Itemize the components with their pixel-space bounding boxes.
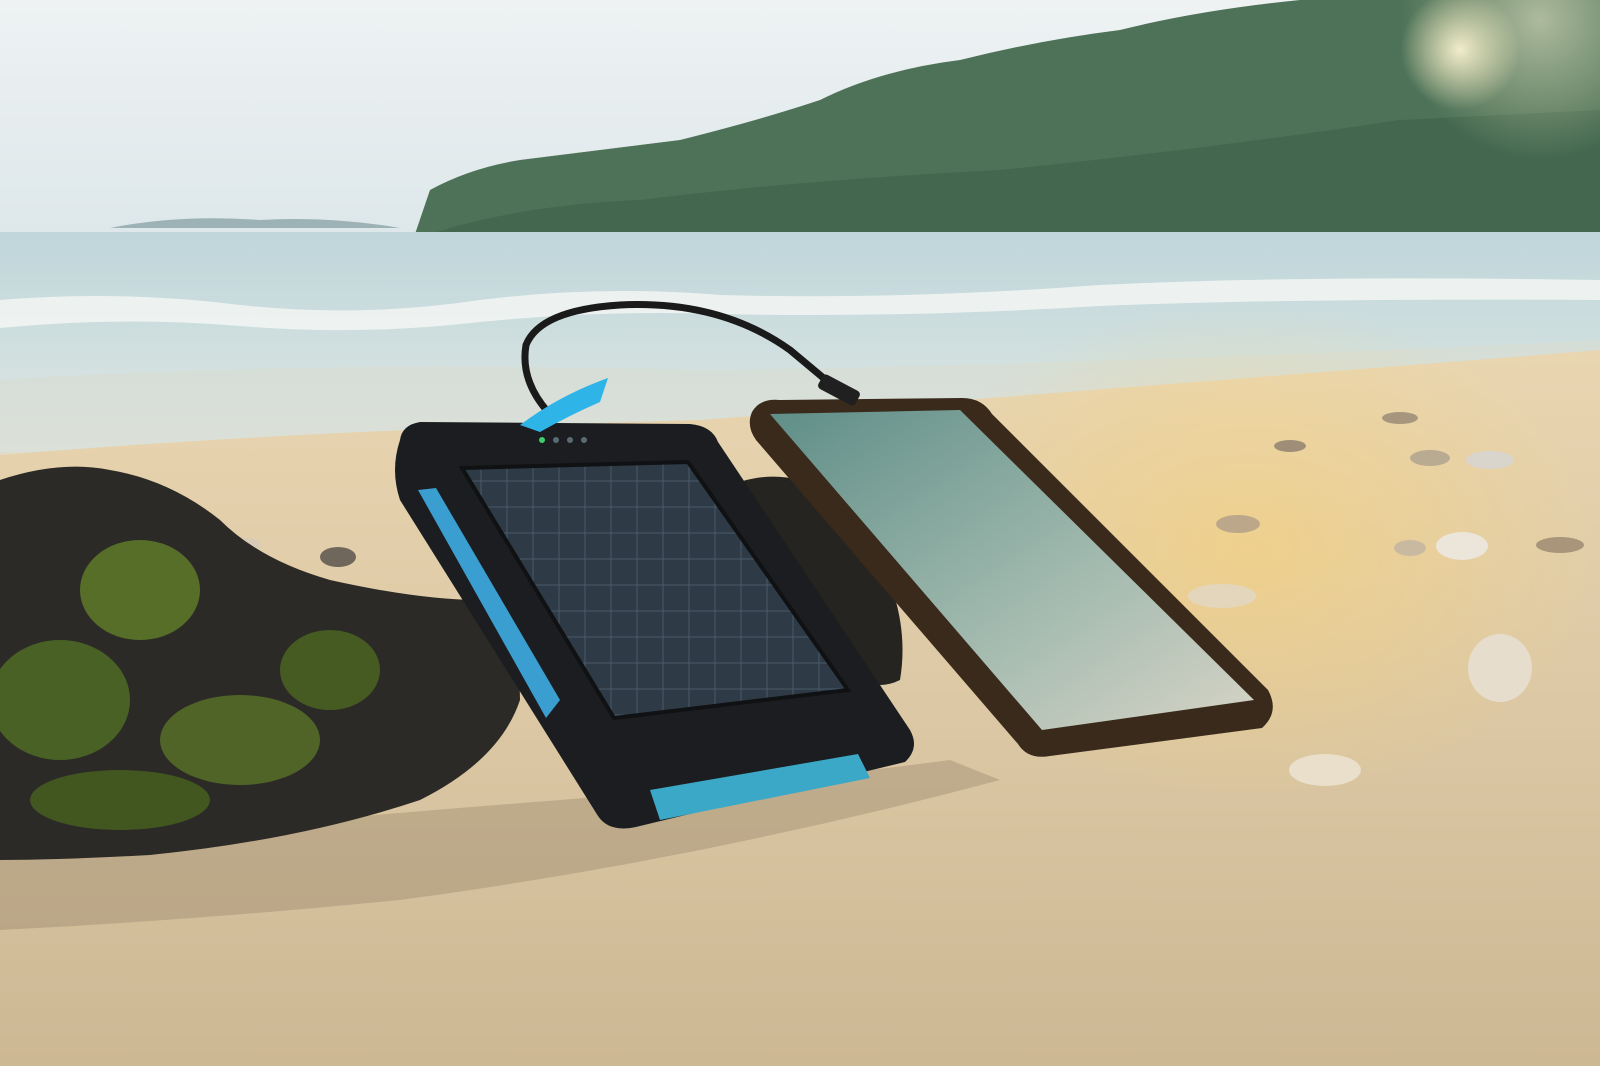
beach-scene bbox=[0, 0, 1600, 1066]
